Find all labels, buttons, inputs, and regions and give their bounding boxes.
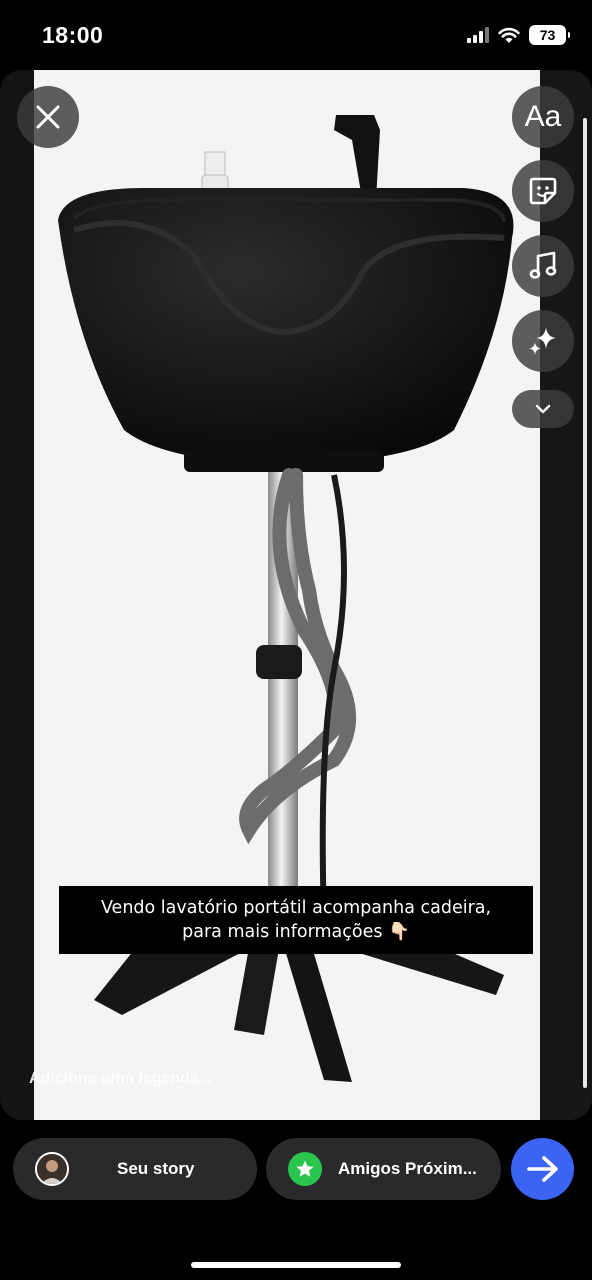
text-tool-button[interactable]: Aa: [512, 86, 574, 148]
add-caption-input[interactable]: Adicione uma legenda...: [29, 1070, 212, 1088]
send-button[interactable]: [511, 1138, 574, 1200]
scroll-edge: [583, 118, 587, 1088]
close-friends-label: Amigos Próxim...: [338, 1159, 477, 1178]
caption-line-2: para mais informações 👇🏻: [182, 922, 410, 942]
sticker-icon: [529, 177, 557, 205]
story-canvas[interactable]: Vendo lavatório portátil acompanha cadei…: [0, 70, 592, 1120]
arrow-right-icon: [526, 1156, 558, 1182]
close-friends-button[interactable]: Amigos Próxim...: [266, 1138, 501, 1200]
your-story-label: Seu story: [117, 1159, 195, 1178]
sparkles-icon: [529, 327, 556, 355]
music-tool-button[interactable]: [512, 235, 574, 297]
signal-icon: [467, 27, 489, 43]
clock: 18:00: [42, 22, 104, 48]
star-icon: [288, 1152, 322, 1186]
sticker-tool-button[interactable]: [512, 160, 574, 222]
text-tool-label: Aa: [524, 100, 562, 133]
chevron-down-icon: [535, 404, 551, 414]
caption-line-1: Vendo lavatório portátil acompanha cadei…: [100, 898, 492, 918]
effects-tool-button[interactable]: [512, 310, 574, 372]
more-tools-button[interactable]: [512, 390, 574, 428]
avatar: [35, 1152, 69, 1186]
status-bar: 18:00 73: [0, 0, 592, 68]
status-icons: 73: [467, 24, 570, 46]
close-button[interactable]: [17, 86, 79, 148]
close-icon: [36, 105, 60, 129]
music-icon: [529, 251, 557, 279]
wifi-icon: [498, 27, 520, 43]
caption-sticker[interactable]: Vendo lavatório portátil acompanha cadei…: [59, 886, 533, 954]
home-indicator[interactable]: [191, 1262, 401, 1268]
product-photo[interactable]: [34, 70, 540, 1120]
backdrop-left: [0, 70, 34, 1120]
your-story-button[interactable]: Seu story: [13, 1138, 257, 1200]
battery-indicator: 73: [529, 25, 570, 45]
portable-wash-basin-image: [34, 70, 540, 1120]
